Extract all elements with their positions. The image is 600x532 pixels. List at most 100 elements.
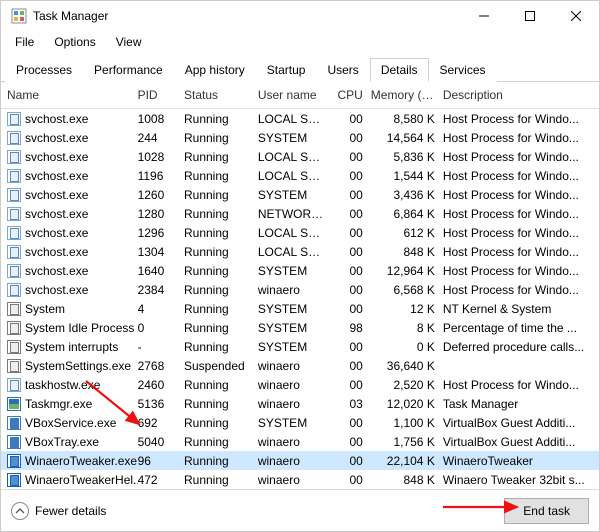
table-row[interactable]: svchost.exe1640RunningSYSTEM0012,964 KHo… — [1, 261, 599, 280]
cell-status: Running — [184, 302, 258, 316]
tab-users[interactable]: Users — [316, 58, 369, 82]
cell-user: LOCAL SE... — [258, 245, 334, 259]
cell-description: Task Manager — [443, 397, 599, 411]
cell-pid: 1028 — [138, 150, 184, 164]
cell-memory: 1,544 K — [371, 169, 443, 183]
cell-description: Host Process for Windo... — [443, 378, 599, 392]
cell-user: SYSTEM — [258, 302, 334, 316]
cell-cpu: 00 — [334, 264, 371, 278]
table-row[interactable]: svchost.exe1196RunningLOCAL SE...001,544… — [1, 166, 599, 185]
cell-cpu: 00 — [334, 378, 371, 392]
cell-cpu: 00 — [334, 435, 371, 449]
table-row[interactable]: svchost.exe1028RunningLOCAL SE...005,836… — [1, 147, 599, 166]
menu-options[interactable]: Options — [50, 33, 99, 51]
process-icon — [7, 397, 21, 411]
col-memory[interactable]: Memory (p... — [371, 88, 443, 102]
process-icon — [7, 150, 21, 164]
cell-description: WinaeroTweaker — [443, 454, 599, 468]
table-row[interactable]: svchost.exe1008RunningLOCAL SE...008,580… — [1, 109, 599, 128]
cell-status: Running — [184, 321, 258, 335]
col-pid[interactable]: PID — [138, 88, 184, 102]
cell-cpu: 03 — [334, 397, 371, 411]
cell-description: Percentage of time the ... — [443, 321, 599, 335]
table-row[interactable]: svchost.exe244RunningSYSTEM0014,564 KHos… — [1, 128, 599, 147]
cell-user: winaero — [258, 283, 334, 297]
cell-name: WinaeroTweakerHel... — [25, 473, 138, 487]
process-icon — [7, 245, 21, 259]
tab-startup[interactable]: Startup — [256, 58, 317, 82]
tab-performance[interactable]: Performance — [83, 58, 174, 82]
table-row[interactable]: WinaeroTweakerHel...472Runningwinaero008… — [1, 470, 599, 489]
table-row[interactable]: svchost.exe1280RunningNETWORK...006,864 … — [1, 204, 599, 223]
table-row[interactable]: System interrupts-RunningSYSTEM000 KDefe… — [1, 337, 599, 356]
table-row[interactable]: VBoxService.exe692RunningSYSTEM001,100 K… — [1, 413, 599, 432]
cell-pid: 1304 — [138, 245, 184, 259]
table-row[interactable]: WinaeroTweaker.exe96Runningwinaero0022,1… — [1, 451, 599, 470]
cell-memory: 848 K — [371, 245, 443, 259]
table-row[interactable]: System4RunningSYSTEM0012 KNT Kernel & Sy… — [1, 299, 599, 318]
minimize-button[interactable] — [461, 1, 507, 31]
table-row[interactable]: svchost.exe1304RunningLOCAL SE...00848 K… — [1, 242, 599, 261]
tab-details[interactable]: Details — [370, 58, 429, 82]
cell-status: Running — [184, 169, 258, 183]
table-row[interactable]: svchost.exe1260RunningSYSTEM003,436 KHos… — [1, 185, 599, 204]
fewer-details[interactable]: Fewer details — [11, 502, 106, 520]
cell-description: Host Process for Windo... — [443, 188, 599, 202]
cell-user: winaero — [258, 473, 334, 487]
cell-description: Host Process for Windo... — [443, 264, 599, 278]
app-icon — [11, 8, 27, 24]
menu-file[interactable]: File — [11, 33, 38, 51]
col-user[interactable]: User name — [258, 88, 334, 102]
col-status[interactable]: Status — [184, 88, 258, 102]
cell-user: SYSTEM — [258, 416, 334, 430]
process-icon — [7, 302, 21, 316]
cell-name: Taskmgr.exe — [25, 397, 92, 411]
tab-processes[interactable]: Processes — [5, 58, 83, 82]
cell-name: svchost.exe — [25, 245, 88, 259]
table-row[interactable]: VBoxTray.exe5040Runningwinaero001,756 KV… — [1, 432, 599, 451]
cell-status: Running — [184, 150, 258, 164]
process-icon — [7, 169, 21, 183]
cell-memory: 6,864 K — [371, 207, 443, 221]
cell-name: svchost.exe — [25, 264, 88, 278]
table-row[interactable]: Taskmgr.exe5136Runningwinaero0312,020 KT… — [1, 394, 599, 413]
cell-memory: 8,580 K — [371, 112, 443, 126]
cell-description: Host Process for Windo... — [443, 283, 599, 297]
cell-description: VirtualBox Guest Additi... — [443, 416, 599, 430]
tab-services[interactable]: Services — [429, 58, 497, 82]
process-icon — [7, 473, 21, 487]
menu-view[interactable]: View — [112, 33, 146, 51]
cell-name: svchost.exe — [25, 112, 88, 126]
cell-memory: 2,520 K — [371, 378, 443, 392]
cell-cpu: 98 — [334, 321, 371, 335]
cell-status: Running — [184, 416, 258, 430]
process-list[interactable]: svchost.exe1008RunningLOCAL SE...008,580… — [1, 109, 599, 527]
cell-status: Running — [184, 112, 258, 126]
table-row[interactable]: svchost.exe2384Runningwinaero006,568 KHo… — [1, 280, 599, 299]
tab-app-history[interactable]: App history — [174, 58, 256, 82]
cell-name: WinaeroTweaker.exe — [25, 454, 137, 468]
table-row[interactable]: svchost.exe1296RunningLOCAL SE...00612 K… — [1, 223, 599, 242]
cell-memory: 12 K — [371, 302, 443, 316]
process-icon — [7, 188, 21, 202]
col-description[interactable]: Description — [443, 88, 599, 102]
table-row[interactable]: System Idle Process0RunningSYSTEM988 KPe… — [1, 318, 599, 337]
chevron-up-icon — [11, 502, 29, 520]
cell-cpu: 00 — [334, 416, 371, 430]
cell-pid: 1196 — [138, 169, 184, 183]
cell-status: Running — [184, 473, 258, 487]
table-row[interactable]: SystemSettings.exe2768Suspendedwinaero00… — [1, 356, 599, 375]
cell-description: NT Kernel & System — [443, 302, 599, 316]
cell-description: Host Process for Windo... — [443, 245, 599, 259]
col-name[interactable]: Name — [7, 88, 138, 102]
cell-memory: 12,964 K — [371, 264, 443, 278]
process-icon — [7, 321, 21, 335]
maximize-button[interactable] — [507, 1, 553, 31]
cell-memory: 0 K — [371, 340, 443, 354]
cell-pid: 1280 — [138, 207, 184, 221]
table-row[interactable]: taskhostw.exe2460Runningwinaero002,520 K… — [1, 375, 599, 394]
col-cpu[interactable]: CPU — [334, 88, 371, 102]
cell-name: svchost.exe — [25, 283, 88, 297]
end-task-button[interactable]: End task — [504, 498, 589, 524]
close-button[interactable] — [553, 1, 599, 31]
